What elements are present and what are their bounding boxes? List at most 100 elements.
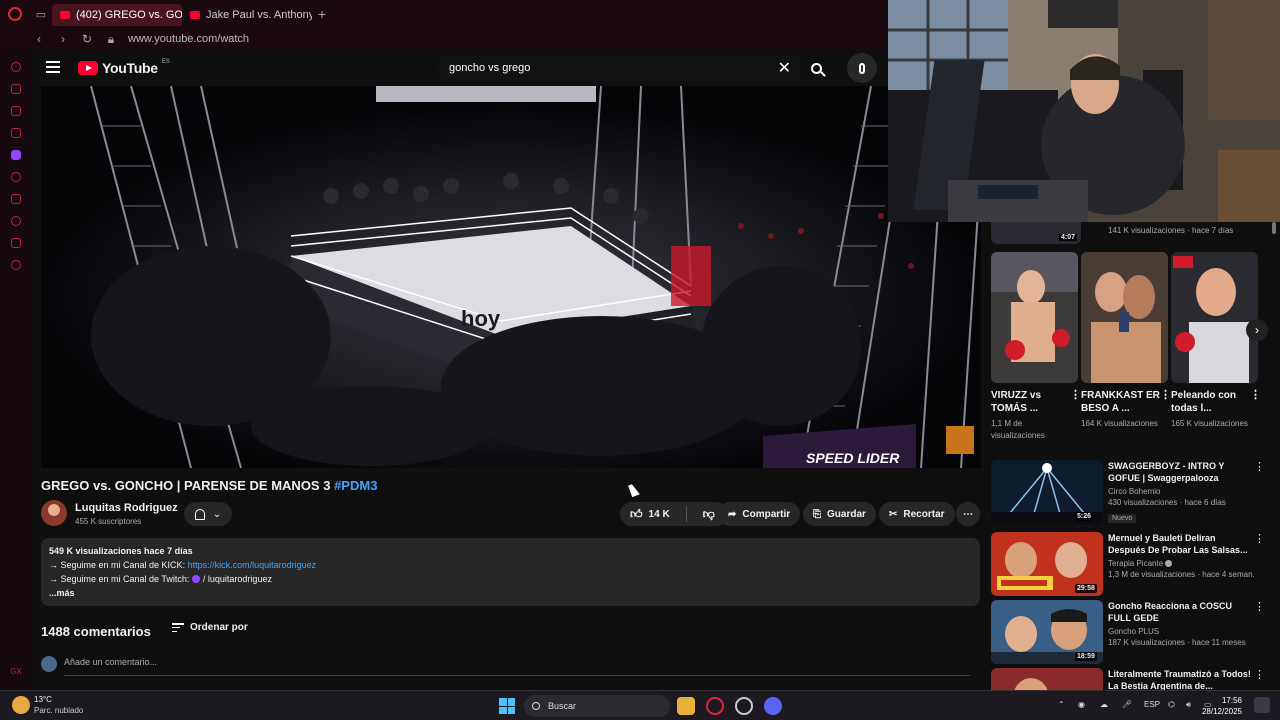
notifications-icon[interactable] — [1254, 697, 1270, 713]
short-item[interactable]: Peleando con todas l... ⋮ 165 K visualiza… — [1171, 252, 1261, 442]
search-input[interactable]: goncho vs grego ✕ — [437, 55, 799, 81]
url-field[interactable]: www.youtube.com/watch — [128, 33, 249, 45]
thumbs-down-icon: 👎︎ — [702, 506, 715, 521]
network-icon[interactable]: ⌬ — [1168, 700, 1175, 709]
reload-icon[interactable]: ↻ — [80, 32, 94, 46]
short-menu-icon[interactable]: ⋮ — [1160, 389, 1171, 415]
opera-logo-icon[interactable] — [0, 0, 30, 28]
save-label: Guardar — [827, 508, 866, 520]
recommendation-item[interactable]: 5:26 SWAGGERBOYZ - INTRO Y GOFUE | Swagg… — [991, 460, 1271, 524]
microphone-icon — [859, 62, 865, 74]
sidebar-news-icon[interactable] — [11, 128, 21, 138]
voice-search-button[interactable] — [847, 53, 877, 83]
weather-temperature[interactable]: 13°C — [34, 695, 52, 704]
tray-overflow-icon[interactable]: ⌃ — [1058, 700, 1065, 709]
video-thumbnail[interactable] — [991, 668, 1103, 690]
sidebar-gx-label[interactable]: GX — [10, 667, 22, 676]
description-box[interactable]: 549 K visualizaciones hace 7 días → Segu… — [41, 538, 980, 606]
channel-avatar[interactable] — [41, 500, 67, 526]
short-item[interactable]: FRANKKAST ER BESO A ... ⋮ 164 K visualiza… — [1081, 252, 1171, 442]
channel-name[interactable]: Circo Bohemio — [1108, 487, 1254, 496]
file-explorer-icon[interactable] — [677, 697, 695, 715]
weather-description[interactable]: Parc. nublado — [34, 706, 83, 715]
recommendation-item[interactable]: Literalmente Traumatizó a Todos! La Best… — [991, 668, 1271, 690]
partial-video-meta: 141 K visualizaciones · hace 7 días — [1108, 226, 1234, 235]
video-menu-icon[interactable]: ⋮ — [1254, 600, 1265, 613]
save-button[interactable]: ⎘ Guardar — [803, 502, 876, 526]
youtube-logo[interactable]: YouTube ES — [78, 59, 170, 76]
comment-input[interactable]: Añade un comentario... — [64, 657, 970, 676]
like-button[interactable]: 👍︎ 14 K — [620, 502, 680, 526]
microphone-icon[interactable]: 🎤︎ — [1122, 700, 1132, 709]
short-thumbnail[interactable] — [1171, 252, 1258, 383]
language-indicator[interactable]: ESP — [1144, 700, 1160, 709]
sidebar-scrollbar[interactable] — [1272, 222, 1276, 234]
video-menu-icon[interactable]: ⋮ — [1254, 532, 1265, 545]
show-more-link[interactable]: ...más — [49, 588, 75, 598]
tab-jake-paul[interactable]: Jake Paul vs. Anthony Jos — [182, 4, 312, 26]
menu-icon[interactable] — [46, 61, 60, 73]
back-icon[interactable]: ‹ — [32, 32, 46, 46]
video-menu-icon[interactable]: ⋮ — [1254, 460, 1265, 473]
sidebar-extensions-icon[interactable] — [11, 238, 21, 248]
video-title[interactable]: Literalmente Traumatizó a Todos! La Best… — [1108, 668, 1254, 690]
sidebar-player-icon[interactable] — [11, 172, 21, 182]
video-duration: 18:59 — [1075, 652, 1097, 661]
youtube-play-icon — [78, 61, 98, 75]
sidebar-bookmark-icon[interactable] — [11, 194, 21, 204]
more-actions-button[interactable]: ⋯ — [956, 502, 980, 526]
sort-comments-button[interactable]: Ordenar por — [172, 622, 248, 633]
tab-grego-vs-goncho[interactable]: (402) GREGO vs. GONCHO — [52, 4, 182, 26]
short-menu-icon[interactable]: ⋮ — [1070, 389, 1081, 415]
opera-gx-icon[interactable] — [706, 697, 724, 715]
clear-search-icon[interactable]: ✕ — [778, 58, 791, 78]
channel-name[interactable]: Goncho PLUS — [1108, 627, 1254, 636]
share-button[interactable]: ➦ Compartir — [718, 502, 801, 526]
new-tab-icon[interactable]: + — [312, 4, 332, 24]
kick-link[interactable]: https://kick.com/luquitarodriguez — [188, 560, 317, 570]
video-info: Goncho Reacciona a COSCU FULL GEDE Gonch… — [1108, 600, 1254, 647]
discord-icon[interactable] — [764, 697, 782, 715]
shorts-shelf: VIRUZZ vs TOMÁS ... ⋮ 1,1 M de visualizac… — [991, 252, 1261, 442]
channel-name[interactable]: Terapia Picante — [1108, 559, 1254, 568]
youtube-favicon-icon — [60, 11, 70, 19]
twitch-handle[interactable]: / luquitarodriguez — [203, 574, 272, 584]
sidebar-games-icon[interactable] — [11, 84, 21, 94]
video-menu-icon[interactable]: ⋮ — [1254, 668, 1265, 681]
tab-label: Jake Paul vs. Anthony Jos — [206, 9, 312, 21]
sidebar-settings-icon[interactable] — [11, 260, 21, 270]
video-title[interactable]: Mernuel y Bauleti Deliran Después De Pro… — [1108, 532, 1254, 556]
partial-video-thumbnail[interactable]: 4:07 — [991, 222, 1081, 244]
clip-button[interactable]: ✂ Recortar — [879, 502, 955, 526]
short-thumbnail[interactable] — [991, 252, 1078, 383]
channel-name[interactable]: Luquitas Rodriguez — [75, 502, 178, 514]
forward-icon[interactable]: › — [56, 32, 70, 46]
recommendation-item[interactable]: 18:59 Goncho Reacciona a COSCU FULL GEDE… — [991, 600, 1271, 664]
short-item[interactable]: VIRUZZ vs TOMÁS ... ⋮ 1,1 M de visualizac… — [991, 252, 1081, 442]
video-title[interactable]: Goncho Reacciona a COSCU FULL GEDE — [1108, 600, 1254, 624]
sidebar-chat-icon[interactable] — [11, 106, 21, 116]
short-menu-icon[interactable]: ⋮ — [1250, 389, 1261, 415]
hashtag-link[interactable]: #PDM3 — [334, 478, 377, 493]
system-clock[interactable]: 17:56 28/12/2025 — [1202, 695, 1242, 717]
sidebar-messenger-icon[interactable] — [11, 62, 21, 72]
obs-icon[interactable] — [735, 697, 753, 715]
sidebar-twitch-icon[interactable] — [11, 150, 21, 160]
weather-icon[interactable] — [12, 696, 30, 714]
video-player[interactable]: hoy SPEED LIDER — [41, 86, 981, 468]
shorts-next-button[interactable]: › — [1246, 319, 1268, 341]
tray-app-icon[interactable]: ◉ — [1078, 700, 1085, 709]
start-button[interactable] — [499, 698, 515, 714]
tab-overview-icon[interactable]: ▭ — [30, 0, 52, 28]
recommendation-item[interactable]: 29:58 Mernuel y Bauleti Deliran Después … — [991, 532, 1271, 596]
like-count: 14 K — [648, 508, 670, 520]
video-title: GREGO vs. GONCHO | PARENSE DE MANOS 3 #P… — [41, 478, 377, 493]
short-thumbnail[interactable] — [1081, 252, 1168, 383]
volume-icon[interactable]: 🔊︎ — [1186, 700, 1191, 710]
subscription-bell-button[interactable]: ⌄ — [184, 502, 232, 526]
taskbar-search[interactable]: Buscar — [524, 695, 670, 717]
tray-cloud-icon[interactable]: ☁ — [1100, 700, 1108, 709]
search-button[interactable] — [799, 55, 833, 81]
video-title[interactable]: SWAGGERBOYZ - INTRO Y GOFUE | Swaggerpal… — [1108, 460, 1254, 484]
sidebar-history-icon[interactable] — [11, 216, 21, 226]
